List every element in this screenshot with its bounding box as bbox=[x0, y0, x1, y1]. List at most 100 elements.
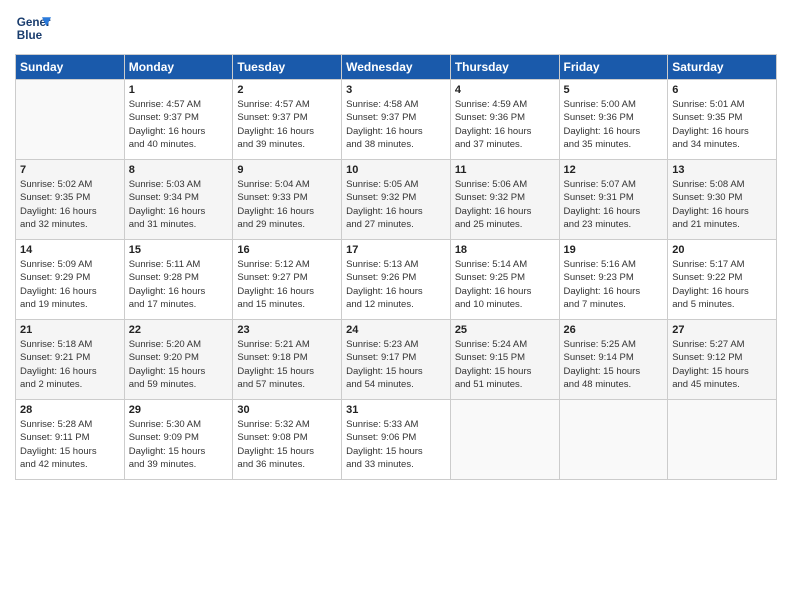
day-info: Sunrise: 5:12 AM Sunset: 9:27 PM Dayligh… bbox=[237, 258, 337, 311]
day-info: Sunrise: 5:25 AM Sunset: 9:14 PM Dayligh… bbox=[564, 338, 664, 391]
svg-text:Blue: Blue bbox=[17, 29, 43, 42]
day-number: 14 bbox=[20, 244, 120, 256]
day-info: Sunrise: 5:23 AM Sunset: 9:17 PM Dayligh… bbox=[346, 338, 446, 391]
day-number: 11 bbox=[455, 164, 555, 176]
day-cell: 26 Sunrise: 5:25 AM Sunset: 9:14 PM Dayli… bbox=[559, 320, 668, 400]
logo: General Blue bbox=[15, 10, 51, 46]
day-info: Sunrise: 5:11 AM Sunset: 9:28 PM Dayligh… bbox=[129, 258, 229, 311]
day-info: Sunrise: 5:01 AM Sunset: 9:35 PM Dayligh… bbox=[672, 98, 772, 151]
day-cell bbox=[559, 400, 668, 480]
day-number: 9 bbox=[237, 164, 337, 176]
day-info: Sunrise: 5:33 AM Sunset: 9:06 PM Dayligh… bbox=[346, 418, 446, 471]
col-header-tuesday: Tuesday bbox=[233, 55, 342, 80]
day-number: 5 bbox=[564, 84, 664, 96]
day-info: Sunrise: 5:24 AM Sunset: 9:15 PM Dayligh… bbox=[455, 338, 555, 391]
col-header-friday: Friday bbox=[559, 55, 668, 80]
day-number: 31 bbox=[346, 404, 446, 416]
day-cell: 17 Sunrise: 5:13 AM Sunset: 9:26 PM Dayli… bbox=[342, 240, 451, 320]
day-info: Sunrise: 5:03 AM Sunset: 9:34 PM Dayligh… bbox=[129, 178, 229, 231]
day-info: Sunrise: 5:00 AM Sunset: 9:36 PM Dayligh… bbox=[564, 98, 664, 151]
day-cell bbox=[450, 400, 559, 480]
day-cell: 9 Sunrise: 5:04 AM Sunset: 9:33 PM Daylig… bbox=[233, 160, 342, 240]
week-row-2: 7 Sunrise: 5:02 AM Sunset: 9:35 PM Daylig… bbox=[16, 160, 777, 240]
day-number: 13 bbox=[672, 164, 772, 176]
col-header-wednesday: Wednesday bbox=[342, 55, 451, 80]
header-row: SundayMondayTuesdayWednesdayThursdayFrid… bbox=[16, 55, 777, 80]
day-info: Sunrise: 5:20 AM Sunset: 9:20 PM Dayligh… bbox=[129, 338, 229, 391]
day-cell bbox=[668, 400, 777, 480]
day-cell: 12 Sunrise: 5:07 AM Sunset: 9:31 PM Dayli… bbox=[559, 160, 668, 240]
day-cell: 7 Sunrise: 5:02 AM Sunset: 9:35 PM Daylig… bbox=[16, 160, 125, 240]
day-number: 22 bbox=[129, 324, 229, 336]
day-number: 7 bbox=[20, 164, 120, 176]
day-cell: 18Sunrise: 5:14 AM Sunset: 9:25 PM Dayli… bbox=[450, 240, 559, 320]
day-cell: 22 Sunrise: 5:20 AM Sunset: 9:20 PM Dayli… bbox=[124, 320, 233, 400]
day-number: 1 bbox=[129, 84, 229, 96]
day-cell: 25 Sunrise: 5:24 AM Sunset: 9:15 PM Dayli… bbox=[450, 320, 559, 400]
day-number: 23 bbox=[237, 324, 337, 336]
day-info: Sunrise: 5:21 AM Sunset: 9:18 PM Dayligh… bbox=[237, 338, 337, 391]
day-cell: 11 Sunrise: 5:06 AM Sunset: 9:32 PM Dayli… bbox=[450, 160, 559, 240]
day-cell: 16 Sunrise: 5:12 AM Sunset: 9:27 PM Dayli… bbox=[233, 240, 342, 320]
day-cell: 19Sunrise: 5:16 AM Sunset: 9:23 PM Dayli… bbox=[559, 240, 668, 320]
day-info: Sunrise: 5:02 AM Sunset: 9:35 PM Dayligh… bbox=[20, 178, 120, 231]
day-number: 16 bbox=[237, 244, 337, 256]
day-cell: 5 Sunrise: 5:00 AM Sunset: 9:36 PM Daylig… bbox=[559, 80, 668, 160]
calendar-table: SundayMondayTuesdayWednesdayThursdayFrid… bbox=[15, 54, 777, 480]
day-info: Sunrise: 5:07 AM Sunset: 9:31 PM Dayligh… bbox=[564, 178, 664, 231]
day-cell: 2 Sunrise: 4:57 AM Sunset: 9:37 PM Daylig… bbox=[233, 80, 342, 160]
week-row-1: 1 Sunrise: 4:57 AM Sunset: 9:37 PM Daylig… bbox=[16, 80, 777, 160]
day-cell: 24 Sunrise: 5:23 AM Sunset: 9:17 PM Dayli… bbox=[342, 320, 451, 400]
day-cell: 15 Sunrise: 5:11 AM Sunset: 9:28 PM Dayli… bbox=[124, 240, 233, 320]
day-info: Sunrise: 5:06 AM Sunset: 9:32 PM Dayligh… bbox=[455, 178, 555, 231]
col-header-monday: Monday bbox=[124, 55, 233, 80]
day-number: 29 bbox=[129, 404, 229, 416]
day-info: Sunrise: 4:58 AM Sunset: 9:37 PM Dayligh… bbox=[346, 98, 446, 151]
day-info: Sunrise: 5:16 AM Sunset: 9:23 PM Dayligh… bbox=[564, 258, 664, 311]
day-info: Sunrise: 5:17 AM Sunset: 9:22 PM Dayligh… bbox=[672, 258, 772, 311]
day-cell: 1 Sunrise: 4:57 AM Sunset: 9:37 PM Daylig… bbox=[124, 80, 233, 160]
day-info: Sunrise: 5:04 AM Sunset: 9:33 PM Dayligh… bbox=[237, 178, 337, 231]
week-row-3: 14 Sunrise: 5:09 AM Sunset: 9:29 PM Dayli… bbox=[16, 240, 777, 320]
day-info: Sunrise: 5:09 AM Sunset: 9:29 PM Dayligh… bbox=[20, 258, 120, 311]
day-info: Sunrise: 5:30 AM Sunset: 9:09 PM Dayligh… bbox=[129, 418, 229, 471]
day-cell: 30Sunrise: 5:32 AM Sunset: 9:08 PM Dayli… bbox=[233, 400, 342, 480]
day-number: 15 bbox=[129, 244, 229, 256]
day-cell: 27 Sunrise: 5:27 AM Sunset: 9:12 PM Dayli… bbox=[668, 320, 777, 400]
day-cell: 3 Sunrise: 4:58 AM Sunset: 9:37 PM Daylig… bbox=[342, 80, 451, 160]
day-cell: 20 Sunrise: 5:17 AM Sunset: 9:22 PM Dayli… bbox=[668, 240, 777, 320]
day-number: 18 bbox=[455, 244, 555, 256]
day-info: Sunrise: 4:59 AM Sunset: 9:36 PM Dayligh… bbox=[455, 98, 555, 151]
day-number: 28 bbox=[20, 404, 120, 416]
day-info: Sunrise: 4:57 AM Sunset: 9:37 PM Dayligh… bbox=[237, 98, 337, 151]
page: General Blue SundayMondayTuesdayWednesda… bbox=[0, 0, 792, 612]
day-info: Sunrise: 4:57 AM Sunset: 9:37 PM Dayligh… bbox=[129, 98, 229, 151]
day-cell: 14 Sunrise: 5:09 AM Sunset: 9:29 PM Dayli… bbox=[16, 240, 125, 320]
day-cell: 28 Sunrise: 5:28 AM Sunset: 9:11 PM Dayli… bbox=[16, 400, 125, 480]
day-number: 2 bbox=[237, 84, 337, 96]
logo-icon: General Blue bbox=[15, 10, 51, 46]
day-info: Sunrise: 5:28 AM Sunset: 9:11 PM Dayligh… bbox=[20, 418, 120, 471]
day-number: 8 bbox=[129, 164, 229, 176]
day-number: 6 bbox=[672, 84, 772, 96]
day-cell bbox=[16, 80, 125, 160]
col-header-saturday: Saturday bbox=[668, 55, 777, 80]
day-info: Sunrise: 5:18 AM Sunset: 9:21 PM Dayligh… bbox=[20, 338, 120, 391]
day-cell: 8 Sunrise: 5:03 AM Sunset: 9:34 PM Daylig… bbox=[124, 160, 233, 240]
day-cell: 29 Sunrise: 5:30 AM Sunset: 9:09 PM Dayli… bbox=[124, 400, 233, 480]
day-number: 26 bbox=[564, 324, 664, 336]
day-number: 25 bbox=[455, 324, 555, 336]
day-number: 21 bbox=[20, 324, 120, 336]
day-info: Sunrise: 5:27 AM Sunset: 9:12 PM Dayligh… bbox=[672, 338, 772, 391]
day-cell: 21 Sunrise: 5:18 AM Sunset: 9:21 PM Dayli… bbox=[16, 320, 125, 400]
day-number: 27 bbox=[672, 324, 772, 336]
day-number: 24 bbox=[346, 324, 446, 336]
day-number: 20 bbox=[672, 244, 772, 256]
day-number: 17 bbox=[346, 244, 446, 256]
day-info: Sunrise: 5:13 AM Sunset: 9:26 PM Dayligh… bbox=[346, 258, 446, 311]
col-header-sunday: Sunday bbox=[16, 55, 125, 80]
day-info: Sunrise: 5:08 AM Sunset: 9:30 PM Dayligh… bbox=[672, 178, 772, 231]
day-number: 3 bbox=[346, 84, 446, 96]
day-info: Sunrise: 5:32 AM Sunset: 9:08 PM Dayligh… bbox=[237, 418, 337, 471]
day-number: 12 bbox=[564, 164, 664, 176]
